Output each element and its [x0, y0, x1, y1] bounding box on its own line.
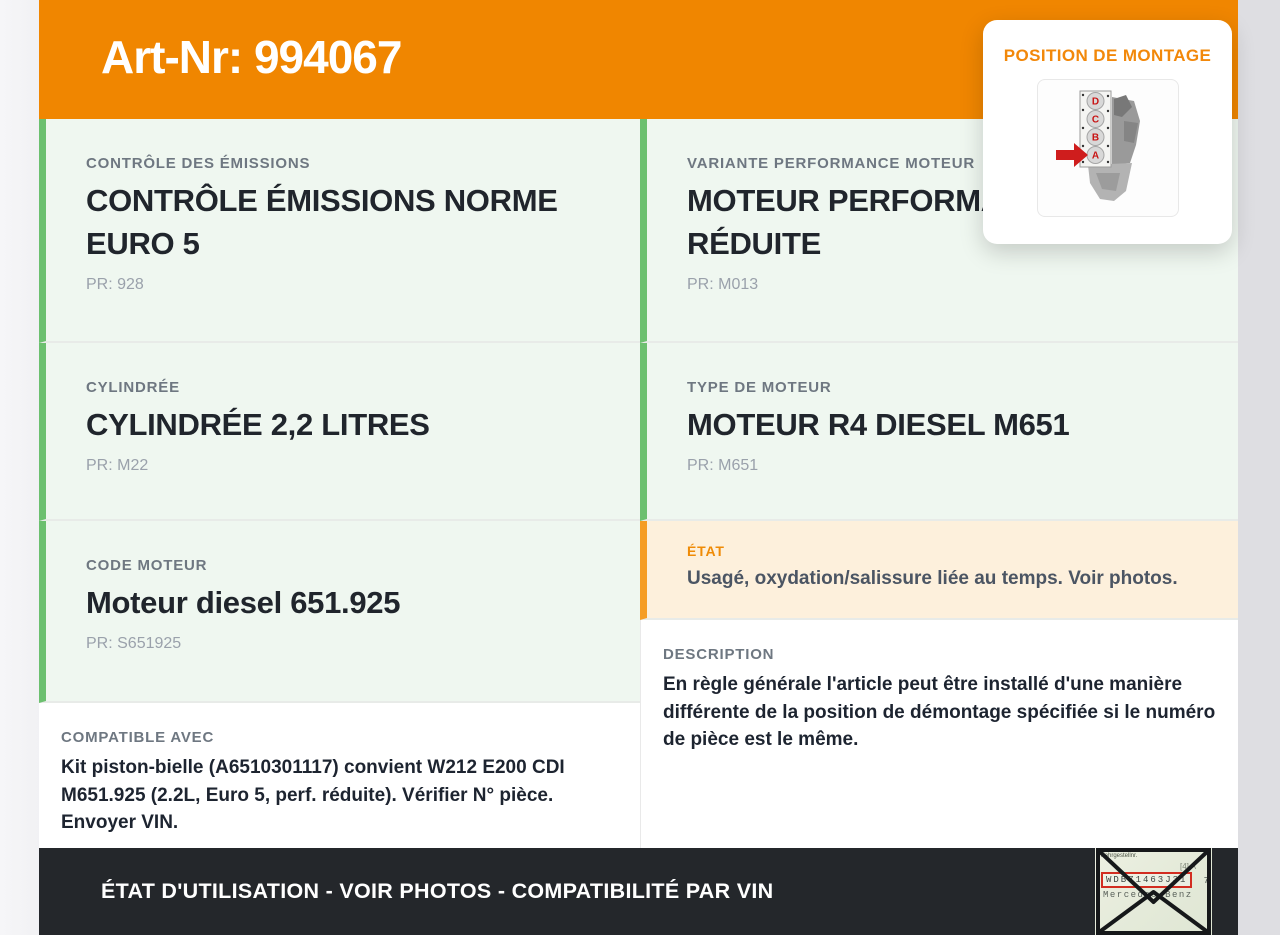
card-emissions-label: CONTRÔLE DES ÉMISSIONS [86, 155, 311, 172]
card-type-moteur-title: MOTEUR R4 DIESEL M651 [687, 407, 1070, 442]
card-etat-label: ÉTAT [687, 543, 725, 559]
card-type-moteur: TYPE DE MOTEUR MOTEUR R4 DIESEL M651 PR:… [640, 343, 1238, 521]
article-number: Art-Nr: 994067 [101, 30, 402, 83]
footer-bar: ÉTAT D'UTILISATION - VOIR PHOTOS - COMPA… [39, 848, 1238, 935]
card-cylindree-pr: PR: M22 [86, 456, 149, 474]
card-cylindree: CYLINDRÉE CYLINDRÉE 2,2 LITRES PR: M22 [39, 343, 640, 521]
card-code-moteur: CODE MOTEUR Moteur diesel 651.925 PR: S6… [39, 521, 640, 703]
card-description: DESCRIPTION En règle générale l'article … [640, 620, 1238, 848]
cylinder-label-a: A [1091, 151, 1098, 162]
engine-diagram: D C B A [1055, 90, 1140, 201]
cylinder-label-b: B [1091, 133, 1098, 144]
card-variante-pr: PR: M013 [687, 275, 759, 293]
left-column: CONTRÔLE DES ÉMISSIONS CONTRÔLE ÉMISSION… [39, 119, 640, 848]
position-de-montage-card: POSITION DE MONTAGE D C B A [983, 20, 1232, 244]
card-emissions-pr: PR: 928 [86, 275, 144, 293]
card-compatible: COMPATIBLE AVEC Kit piston-bielle (A6510… [39, 703, 640, 848]
card-type-moteur-label: TYPE DE MOTEUR [687, 379, 832, 396]
card-description-text: En règle générale l'article peut être in… [663, 674, 1216, 751]
vin-document-image: Fahrgestellnr. [4] A WDB71463J31 7 Merce… [1095, 848, 1212, 935]
card-etat: ÉTAT Usagé, oxydation/salissure liée au … [640, 521, 1238, 620]
card-description-label: DESCRIPTION [663, 646, 775, 663]
position-card-title: POSITION DE MONTAGE [1003, 46, 1212, 65]
card-emissions-title: CONTRÔLE ÉMISSIONS NORME EURO 5 [86, 183, 558, 261]
card-code-moteur-title: Moteur diesel 651.925 [86, 585, 401, 620]
card-cylindree-label: CYLINDRÉE [86, 379, 180, 396]
listing-content: Art-Nr: 994067 CONTRÔLE DES ÉMISSIONS CO… [39, 0, 1238, 935]
card-code-moteur-label: CODE MOTEUR [86, 557, 208, 574]
card-etat-text: Usagé, oxydation/salissure liée au temps… [687, 568, 1178, 589]
cylinder-label-c: C [1091, 115, 1098, 126]
envelope-icon [1096, 848, 1211, 935]
card-cylindree-title: CYLINDRÉE 2,2 LITRES [86, 407, 430, 442]
card-compatible-label: COMPATIBLE AVEC [61, 729, 215, 746]
footer-text: ÉTAT D'UTILISATION - VOIR PHOTOS - COMPA… [101, 879, 774, 903]
card-type-moteur-pr: PR: M651 [687, 456, 759, 474]
cylinder-label-d: D [1091, 97, 1098, 108]
card-code-moteur-pr: PR: S651925 [86, 634, 182, 652]
card-emissions: CONTRÔLE DES ÉMISSIONS CONTRÔLE ÉMISSION… [39, 119, 640, 343]
engine-position-image: D C B A [1036, 79, 1179, 217]
card-compatible-text: Kit piston-bielle (A6510301117) convient… [61, 757, 565, 834]
